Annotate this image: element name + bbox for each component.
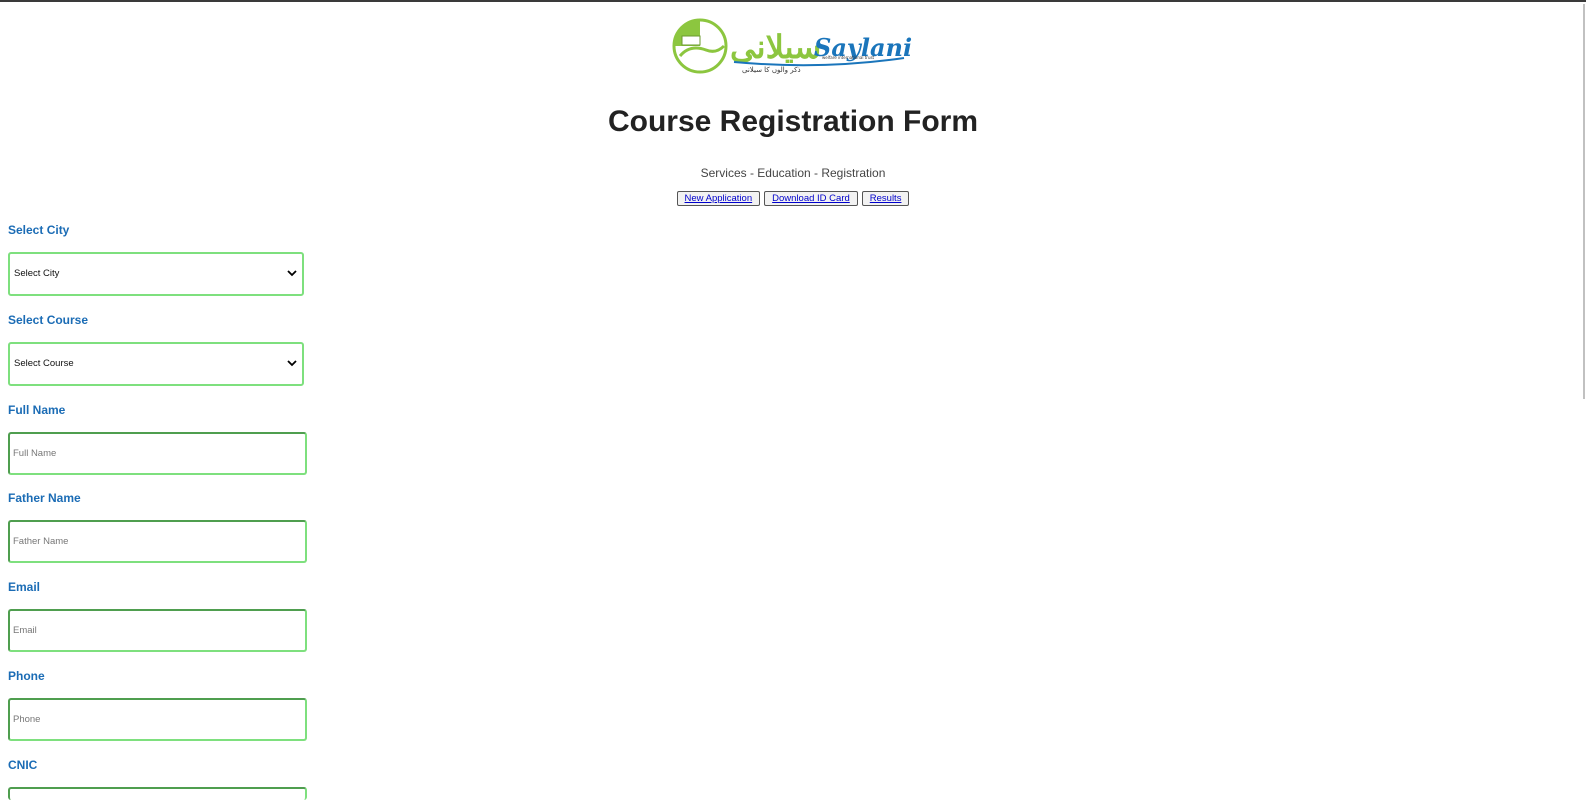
breadcrumb: Services - Education - Registration bbox=[700, 166, 886, 180]
full-name-label: Full Name bbox=[8, 403, 66, 417]
svg-text:welfare international trust: welfare international trust bbox=[822, 55, 875, 60]
svg-text:سیلانی: سیلانی bbox=[730, 28, 821, 66]
svg-text:ذکر والوں کا سیلانی: ذکر والوں کا سیلانی bbox=[742, 66, 801, 74]
course-select[interactable]: Select Course bbox=[8, 342, 304, 386]
results-link[interactable]: Results bbox=[861, 191, 910, 206]
chevron-down-icon bbox=[287, 270, 297, 277]
page-title: Course Registration Form bbox=[607, 105, 979, 138]
cnic-field[interactable] bbox=[8, 787, 307, 800]
full-name-field[interactable] bbox=[8, 432, 307, 475]
email-field[interactable] bbox=[8, 609, 307, 652]
new-application-link[interactable]: New Application bbox=[676, 191, 761, 206]
city-select[interactable]: Select City bbox=[8, 252, 304, 296]
scrollbar[interactable] bbox=[1569, 2, 1586, 800]
cnic-label: CNIC bbox=[8, 758, 38, 772]
chevron-down-icon bbox=[287, 360, 297, 367]
download-id-card-link[interactable]: Download ID Card bbox=[764, 191, 858, 206]
phone-field[interactable] bbox=[8, 698, 307, 741]
action-links: New Application Download ID Card Results bbox=[0, 191, 1586, 206]
city-select-value: Select City bbox=[14, 268, 60, 279]
scrollbar-thumb[interactable] bbox=[1583, 4, 1585, 399]
phone-label: Phone bbox=[8, 669, 45, 683]
city-label: Select City bbox=[8, 223, 70, 237]
email-label: Email bbox=[8, 580, 41, 594]
saylani-logo: سیلانی Saylani ذکر والوں کا سیلانی welfa… bbox=[672, 18, 912, 74]
course-select-value: Select Course bbox=[14, 358, 74, 369]
father-name-field[interactable] bbox=[8, 520, 307, 563]
father-name-label: Father Name bbox=[8, 491, 81, 505]
course-label: Select Course bbox=[8, 313, 89, 327]
